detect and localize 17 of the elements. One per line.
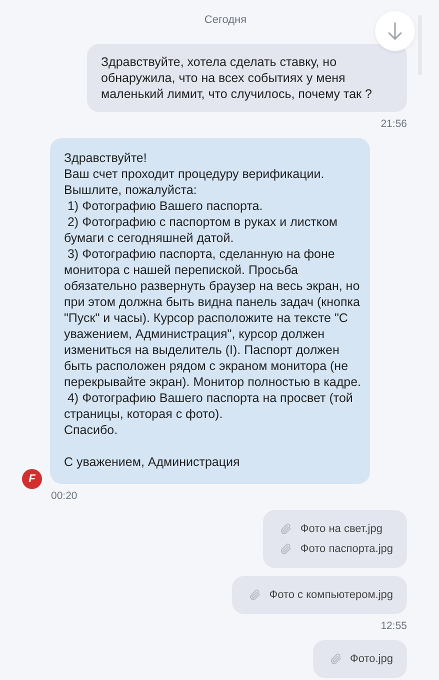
- message-bubble: Здравствуйте, хотела сделать ставку, но обнаружила, что на всех событиях у меня маленький лимит, что случилось, почему так ?: [87, 44, 407, 112]
- paperclip-icon: [279, 542, 292, 556]
- scroll-down-button[interactable]: [375, 11, 415, 51]
- paperclip-icon: [279, 522, 292, 536]
- message-bubble: Здравствуйте! Ваш счет проходит процедуру верификации. Вышлите, пожалуйста: 1) Фотографию Вашего паспорта. 2) Фотографию с паспортом в руках и листком бумаги с сегодняшней датой. 3) Фотографию паспорта, сделанную на фоне монитора с нашей перепиской. Просьба обязательно развернуть браузер на весь экран, но при этом должна быть видна панель задач (кнопка "Пуск" и часы). Курсор расположите на тексте "С уважением, Администрация", курсор должен измениться на выделитель (I). Паспорт должен быть расположен рядом с экраном монитора (не перекрывайте экран). Монитор полностью в кадре. 4) Фотографию Вашего паспорта на просвет (той страницы, которая с фото). Спасибо. С уважением, Администрация: [50, 138, 370, 484]
- attachment-link[interactable]: Фото.jpg: [328, 651, 393, 667]
- message-time: 12:55: [380, 620, 407, 632]
- arrow-down-icon: [387, 22, 403, 40]
- attachment-link[interactable]: Фото с компьютером.jpg: [248, 587, 393, 603]
- attachment-link[interactable]: Фото на свет.jpg: [279, 521, 393, 537]
- sender-avatar: F: [22, 469, 42, 489]
- paperclip-icon: [328, 652, 342, 666]
- message-time: 00:20: [51, 490, 78, 502]
- date-divider: Сегодня: [204, 14, 247, 26]
- paperclip-icon: [248, 588, 262, 602]
- message-time: 21:56: [380, 118, 407, 130]
- attachment-link[interactable]: Фото паспорта.jpg: [279, 541, 393, 557]
